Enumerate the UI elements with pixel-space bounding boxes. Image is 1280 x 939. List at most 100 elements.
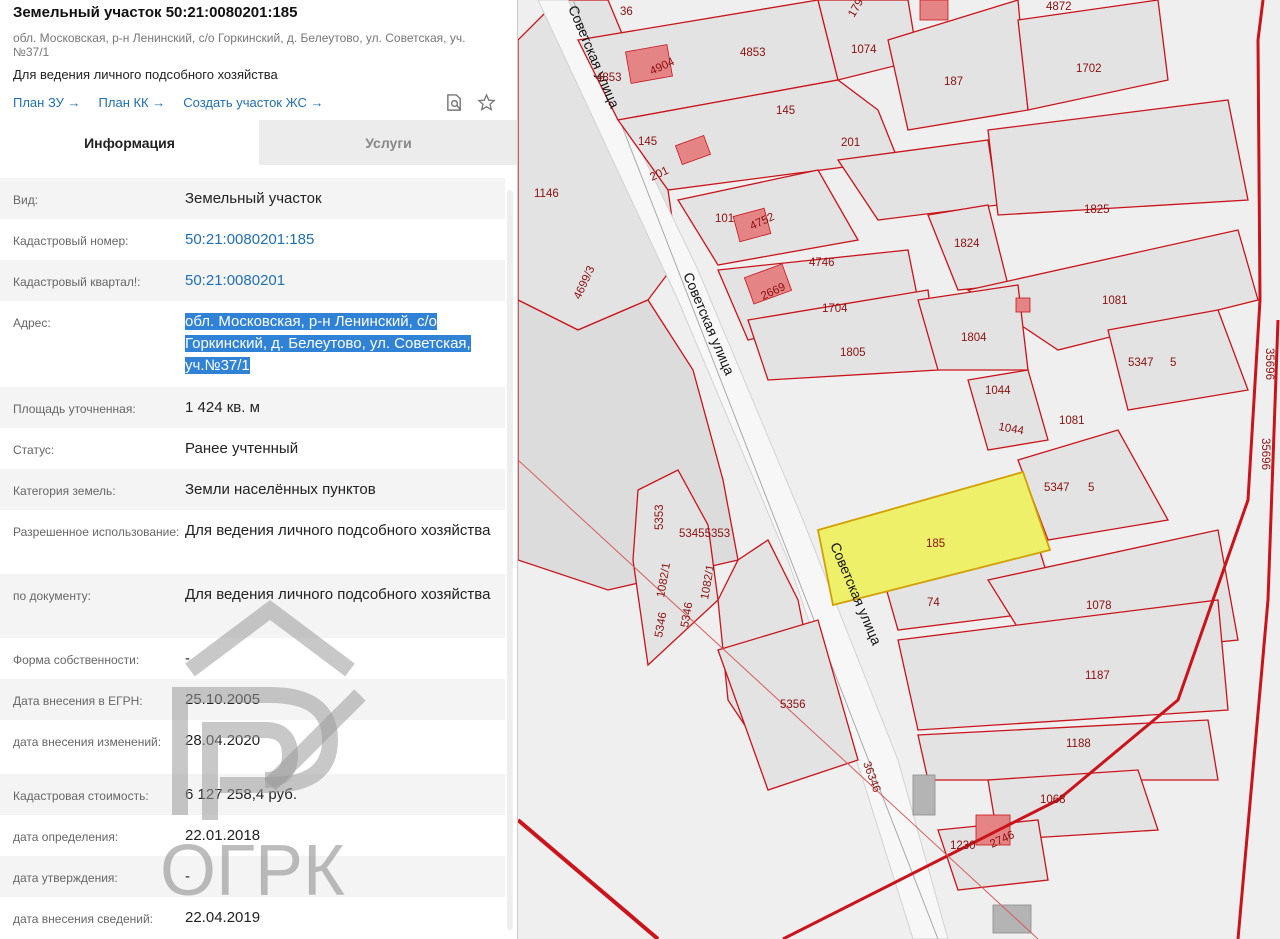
plan-zu-link[interactable]: План ЗУ →: [13, 95, 81, 110]
info-row-label: Кадастровый номер:: [13, 234, 129, 248]
info-row: Разрешенное использование: Для ведения ли…: [0, 510, 505, 574]
plot-label: 1078: [1086, 600, 1112, 612]
plot-label: 35696: [1259, 438, 1271, 470]
info-row-value: 1 424 кв. м: [185, 399, 260, 416]
scrollbar[interactable]: [507, 190, 513, 930]
info-row-label: Вид:: [13, 193, 39, 207]
plot-label: 1187: [1085, 670, 1110, 682]
info-row-label: Статус:: [13, 443, 55, 457]
tab-services[interactable]: Услуги: [259, 120, 517, 165]
info-row: дата утверждения: -: [0, 856, 505, 897]
info-row-label: Адрес:: [13, 316, 51, 330]
info-row-label: Категория земель:: [13, 484, 116, 498]
parcel-address-short: обл. Московская, р-н Ленинский, с/о Горк…: [13, 31, 466, 59]
info-row-label: Дата внесения в ЕГРН:: [13, 694, 143, 708]
info-row-value: -: [185, 868, 190, 885]
plot-label: 5347: [1128, 357, 1154, 369]
map-canvas[interactable]: Советская улица Советская улица Советска…: [518, 0, 1280, 939]
info-row: Кадастровый номер: 50:21:0080201:185: [0, 219, 505, 260]
info-row-value[interactable]: 50:21:0080201: [185, 260, 492, 301]
parcel-title: Земельный участок 50:21:0080201:185: [13, 4, 298, 21]
plot-label: 35696: [1263, 348, 1275, 380]
info-row: Вид: Земельный участок: [0, 178, 505, 219]
plot-label: 4853: [740, 47, 766, 59]
outbuilding: [992, 904, 1032, 934]
plot[interactable]: [967, 369, 1049, 451]
plot[interactable]: [1017, 0, 1169, 111]
plot-label: 1805: [840, 347, 866, 359]
info-row-label: дата внесения сведений:: [13, 912, 153, 926]
info-row-value: Земельный участок: [185, 190, 322, 207]
action-links: План ЗУ → План КК → Создать участок ЖС →: [13, 95, 341, 110]
info-row-label: дата утверждения:: [13, 871, 118, 885]
info-row: дата внесения изменений: 28.04.2020: [0, 720, 505, 774]
info-row-value: 6 127 258,4 руб.: [185, 786, 298, 803]
plot-label: 185: [926, 538, 945, 550]
info-row-value[interactable]: обл. Московская, р-н Ленинский, с/о Горк…: [185, 301, 492, 387]
plot-label: 5353: [654, 504, 666, 530]
info-row-value: -: [185, 650, 190, 667]
plot-label: 1188: [1066, 738, 1091, 750]
plot-label: 1044: [985, 385, 1011, 397]
info-row-label: по документу:: [13, 589, 91, 603]
info-row: Категория земель: Земли населённых пункто…: [0, 469, 505, 510]
selected-address-text[interactable]: обл. Московская, р-н Ленинский, с/о Горк…: [185, 313, 471, 374]
info-row-label: Площадь уточненная:: [13, 402, 136, 416]
plot[interactable]: [987, 99, 1249, 216]
plot-label: 1081: [1102, 295, 1128, 307]
plot-label: 53455353: [679, 528, 730, 540]
building: [1015, 297, 1031, 313]
plot-label: 5356: [780, 699, 806, 711]
plot-label: 201: [841, 137, 860, 149]
info-row-label: Форма собственности:: [13, 653, 140, 667]
plot-label: 4872: [1046, 1, 1072, 13]
info-row: Площадь уточненная: 1 424 кв. м: [0, 387, 505, 428]
cadastral-map[interactable]: Советская улица Советская улица Советска…: [518, 0, 1280, 939]
search-document-icon[interactable]: [445, 93, 464, 112]
plot-label: 145: [776, 105, 795, 117]
info-row-value: 25.10.2005: [185, 691, 261, 708]
plot-label: 1704: [822, 303, 848, 315]
plot-label: 5: [1170, 357, 1176, 369]
plot-label: 187: [944, 76, 963, 88]
tab-information[interactable]: Информация: [0, 120, 259, 165]
plot-label: 5: [1088, 482, 1094, 494]
plot-label: 1804: [961, 332, 987, 344]
plot[interactable]: [917, 719, 1219, 781]
info-row: Форма собственности: -: [0, 638, 505, 679]
info-row: по документу: Для ведения личного подсобн…: [0, 574, 505, 638]
plot-label: 74: [927, 597, 940, 609]
plot-label: 4853: [596, 72, 622, 84]
plot-label: 1825: [1084, 204, 1110, 216]
district-boundary: [518, 818, 660, 939]
district-boundary: [1236, 319, 1280, 939]
info-row-value: Земли населённых пунктов: [185, 481, 376, 498]
parcel-purpose: Для ведения личного подсобного хозяйства: [13, 67, 278, 82]
plot-label: 4746: [809, 257, 835, 269]
info-row-value[interactable]: 50:21:0080201:185: [185, 219, 492, 260]
plot[interactable]: [917, 284, 1029, 371]
building: [919, 0, 949, 21]
plot-label: 1146: [534, 188, 559, 200]
info-row: дата определения: 22.01.2018: [0, 815, 505, 856]
create-parcel-link[interactable]: Создать участок ЖС →: [183, 95, 323, 110]
info-row: Кадастровая стоимость: 6 127 258,4 руб.: [0, 774, 505, 815]
plan-kk-link[interactable]: План КК →: [99, 95, 166, 110]
info-row-value: 22.04.2019: [185, 909, 261, 926]
info-row-label: дата внесения изменений:: [13, 735, 162, 749]
info-row: Адрес: обл. Московская, р-н Ленинский, с/…: [0, 301, 505, 387]
info-row: Статус: Ранее учтенный: [0, 428, 505, 469]
info-row-label: Разрешенное использование:: [13, 525, 180, 539]
info-row-label: дата определения:: [13, 830, 119, 844]
header-tools: [445, 93, 496, 112]
info-row-value: 22.01.2018: [185, 827, 261, 844]
plot-label: 1074: [851, 44, 877, 56]
info-row: дата внесения сведений: 22.04.2019: [0, 897, 505, 938]
star-icon[interactable]: [477, 93, 496, 112]
plot-label: 145: [638, 136, 657, 148]
info-panel: Земельный участок 50:21:0080201:185 обл.…: [0, 0, 518, 939]
info-row-value: Для ведения личного подсобного хозяйства: [185, 522, 491, 539]
plot-label: 36: [620, 6, 633, 18]
info-row-label: Кадастровый квартал!:: [13, 275, 141, 289]
plot-label: 1081: [1059, 415, 1085, 427]
